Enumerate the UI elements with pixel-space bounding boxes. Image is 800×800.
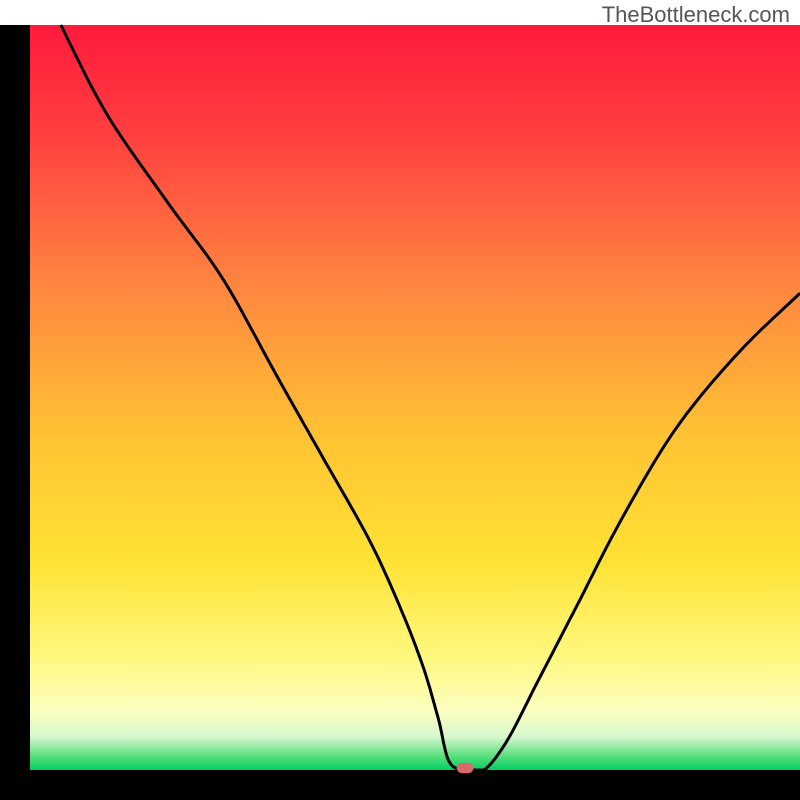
- chart-container: TheBottleneck.com: [0, 0, 800, 800]
- optimal-marker: [457, 763, 474, 773]
- plot-background: [30, 25, 800, 770]
- watermark-text: TheBottleneck.com: [602, 2, 790, 28]
- y-axis-border: [0, 25, 30, 800]
- x-axis-border: [0, 770, 800, 800]
- bottleneck-chart: [0, 0, 800, 800]
